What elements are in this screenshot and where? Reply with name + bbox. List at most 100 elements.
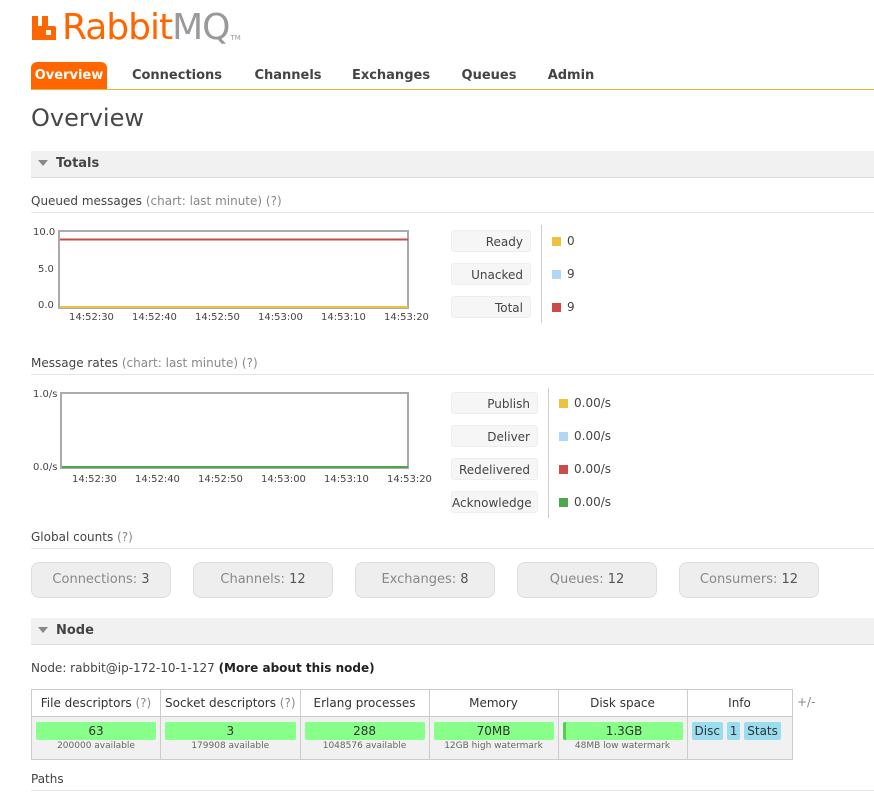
connections-count-button[interactable]: Connections: 3 (31, 562, 171, 598)
x-tick-label: 14:52:50 (195, 312, 240, 323)
global-counts-label: Global counts (31, 530, 114, 544)
legend-label-redelivered: Redelivered (451, 458, 538, 480)
help-hint[interactable]: (?) (135, 696, 151, 710)
y-tick-label: 5.0 (38, 264, 54, 275)
message-rates-label: Message rates (31, 356, 119, 370)
y-tick-label: 0.0/s (33, 462, 58, 473)
x-tick-label: 14:53:00 (258, 312, 303, 323)
legend-swatch-icon (559, 399, 568, 408)
totals-section-header[interactable]: Totals (31, 151, 874, 178)
socket-descriptors-available: 179908 available (191, 741, 270, 751)
legend-divider (541, 225, 542, 323)
tab-exchanges[interactable]: Exchanges (349, 62, 433, 89)
header-erlang-processes: Erlang processes (299, 689, 430, 717)
header-file-descriptors: File descriptors (?) (31, 689, 161, 717)
x-tick-label: 14:52:40 (135, 474, 180, 485)
y-tick-label: 1.0/s (33, 389, 58, 400)
legend-value-total: 9 (567, 300, 575, 314)
queued-messages-heading: Queued messages (chart: last minute) (?) (31, 194, 874, 213)
help-hint[interactable]: (?) (280, 696, 296, 710)
tab-queues[interactable]: Queues (453, 62, 525, 89)
info-tag-disc: Disc (691, 722, 723, 740)
x-tick-label: 14:52:30 (72, 474, 117, 485)
x-tick-label: 14:53:20 (384, 312, 429, 323)
count-value: 12 (607, 572, 625, 587)
queued-messages-label: Queued messages (31, 194, 143, 208)
queued-messages-chart (58, 230, 409, 309)
node-section-title: Node (56, 623, 94, 638)
global-counts-heading: Global counts (?) (31, 530, 874, 549)
legend-swatch-icon (552, 270, 561, 279)
erlang-processes-bar: 288 (304, 722, 425, 740)
legend-swatch-icon (559, 498, 568, 507)
disk-space-watermark: 48MB low watermark (574, 741, 671, 751)
x-tick-label: 14:53:10 (324, 474, 369, 485)
chart-frame (58, 230, 409, 309)
node-info-line: Node: rabbit@ip-172-10-1-127 (More about… (31, 661, 375, 675)
message-rates-heading: Message rates (chart: last minute) (?) (31, 356, 874, 375)
info-cell: Disc 1 Stats (686, 716, 793, 760)
more-about-node-link[interactable]: (More about this node) (219, 661, 375, 675)
rabbitmq-logo: Rabbit MQ TM (30, 6, 241, 46)
column-toggle-link[interactable]: +/- (797, 695, 815, 709)
header-memory: Memory (428, 689, 559, 717)
info-tag-stats: Stats (744, 722, 781, 740)
count-label: Channels: (220, 572, 285, 587)
queued-messages-hint[interactable]: (chart: last minute) (?) (146, 194, 282, 208)
legend-label-ready: Ready (451, 230, 531, 252)
tab-overview[interactable]: Overview (31, 62, 107, 89)
disk-space-bar: 1.3GB (562, 722, 683, 740)
count-value: 8 (460, 572, 469, 587)
x-tick-label: 14:53:10 (321, 312, 366, 323)
legend-value-redelivered: 0.00/s (574, 462, 612, 476)
paths-heading: Paths (31, 772, 874, 791)
collapse-arrow-icon (38, 160, 48, 166)
memory-bar: 70MB (433, 722, 554, 740)
header-label: File descriptors (40, 696, 132, 710)
info-tag-count: 1 (726, 722, 741, 740)
legend-label-deliver: Deliver (451, 425, 538, 447)
legend-swatch-icon (552, 237, 561, 246)
queues-count-button[interactable]: Queues: 12 (517, 562, 657, 598)
legend-value-publish: 0.00/s (574, 396, 612, 410)
consumers-count-button[interactable]: Consumers: 12 (679, 562, 819, 598)
message-rates-hint[interactable]: (chart: last minute) (?) (122, 356, 258, 370)
page-title: Overview (31, 104, 144, 132)
header-socket-descriptors: Socket descriptors (?) (160, 689, 301, 717)
count-label: Queues: (549, 572, 604, 587)
message-rates-chart (60, 392, 409, 469)
exchanges-count-button[interactable]: Exchanges: 8 (355, 562, 495, 598)
count-label: Connections: (52, 572, 138, 587)
legend-divider (548, 388, 549, 518)
tab-channels[interactable]: Channels (245, 62, 331, 89)
x-tick-label: 14:52:40 (132, 312, 177, 323)
logo-text-rabbit: Rabbit (62, 7, 173, 48)
legend-label-unacked: Unacked (451, 263, 531, 285)
x-tick-label: 14:53:00 (261, 474, 306, 485)
count-value: 12 (781, 572, 799, 587)
legend-value-ready: 0 (567, 234, 575, 248)
socket-descriptors-bar: 3 (165, 722, 296, 740)
tab-connections[interactable]: Connections (127, 62, 227, 89)
global-counts-hint[interactable]: (?) (117, 530, 133, 544)
legend-value-acknowledge: 0.00/s (574, 495, 612, 509)
tab-admin[interactable]: Admin (541, 62, 601, 89)
header-info: Info (686, 689, 793, 717)
header-label: Socket descriptors (165, 696, 276, 710)
node-section-header[interactable]: Node (31, 618, 874, 645)
count-label: Consumers: (699, 572, 778, 587)
legend-label-total: Total (451, 296, 531, 318)
memory-cell: 70MB 12GB high watermark (428, 716, 559, 760)
legend-label-acknowledge: Acknowledge (451, 491, 538, 513)
channels-count-button[interactable]: Channels: 12 (193, 562, 333, 598)
count-value: 12 (289, 572, 306, 587)
legend-swatch-icon (559, 432, 568, 441)
x-tick-label: 14:52:50 (198, 474, 243, 485)
file-descriptors-bar: 63 (36, 722, 156, 740)
erlang-processes-available: 1048576 available (322, 741, 407, 751)
chart-frame (60, 392, 409, 469)
main-nav: Overview Connections Channels Exchanges … (31, 62, 874, 90)
erlang-processes-cell: 288 1048576 available (299, 716, 430, 760)
rabbit-logo-icon (32, 16, 56, 40)
disk-space-cell: 1.3GB 48MB low watermark (557, 716, 688, 760)
